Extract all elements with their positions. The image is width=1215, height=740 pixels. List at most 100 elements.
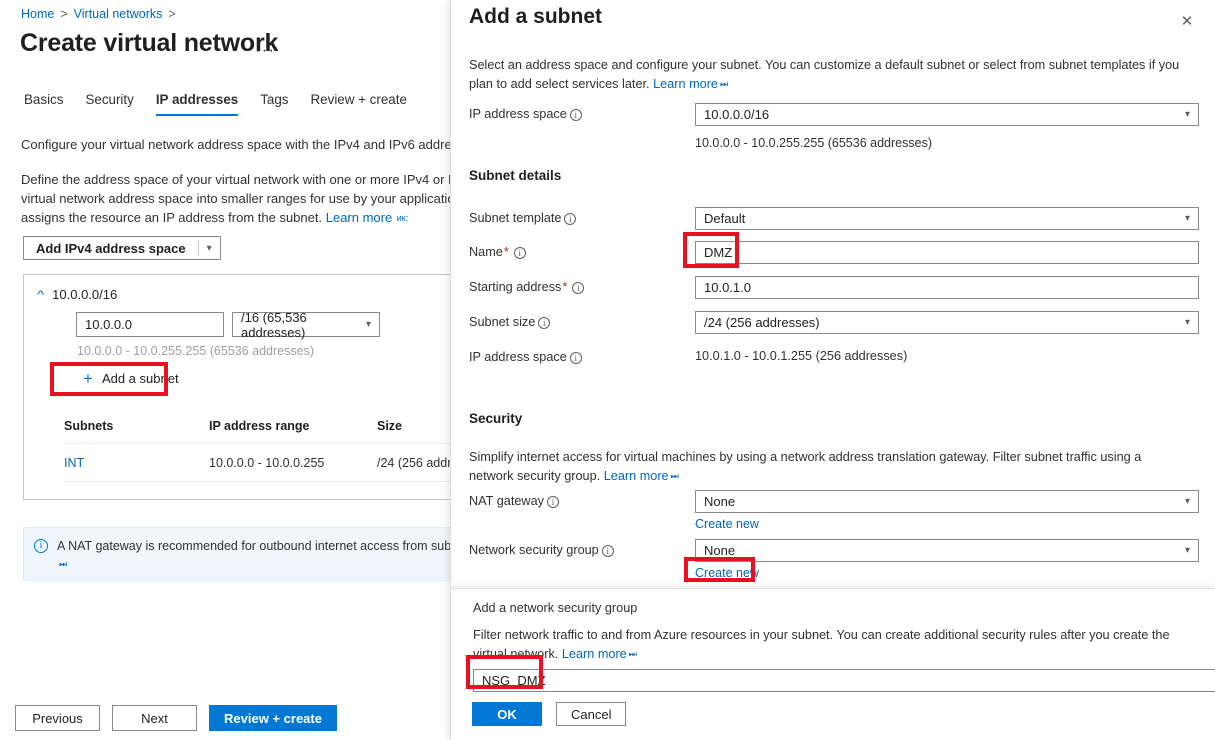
subnet-size-label: Subnet sizei bbox=[469, 311, 695, 329]
subnet-name-label: Name*i bbox=[469, 241, 695, 259]
nat-create-new-link[interactable]: Create new bbox=[695, 517, 759, 531]
nat-gateway-select[interactable]: None ▾ bbox=[695, 490, 1199, 513]
ok-button[interactable]: OK bbox=[472, 702, 542, 726]
add-subnet-panel: Add a subnet ✕ Select an address space a… bbox=[450, 0, 1215, 740]
subnet-name-label-text: Name bbox=[469, 245, 503, 259]
tab-security[interactable]: Security bbox=[74, 88, 144, 116]
external-link-icon: ⏭ bbox=[671, 471, 679, 481]
more-options-icon[interactable]: ··· bbox=[255, 40, 275, 60]
info-icon[interactable]: i bbox=[547, 496, 559, 508]
learn-more-label: Learn more bbox=[604, 469, 669, 483]
subnet-details-heading: Subnet details bbox=[469, 168, 561, 183]
subnet-template-label: Subnet templatei bbox=[469, 207, 695, 225]
address-space-card: ^ 10.0.0.0/16 10.0.0.0 /16 (65,536 addre… bbox=[23, 274, 455, 500]
starting-address-row: Starting address*i 10.0.1.0 bbox=[469, 276, 1199, 299]
panel-description: Select an address space and configure yo… bbox=[469, 56, 1189, 93]
tab-ip-addresses[interactable]: IP addresses bbox=[145, 88, 249, 116]
nat-gateway-control: None ▾ Create new bbox=[695, 490, 1199, 531]
ip-address-space-control: 10.0.0.0/16 ▾ bbox=[695, 103, 1199, 126]
nsg-desc-line2: network. bbox=[510, 647, 558, 661]
address-space-inputs: 10.0.0.0 /16 (65,536 addresses) ▾ bbox=[76, 312, 380, 337]
network-security-group-row: Network security groupi None ▾ Create ne… bbox=[469, 539, 1199, 580]
subnet-size-value: /24 (256 addresses) bbox=[704, 315, 820, 330]
close-icon[interactable]: ✕ bbox=[1176, 10, 1198, 32]
add-ipv4-address-space-button[interactable]: Add IPv4 address space ▾ bbox=[23, 236, 221, 260]
external-link-icon: ⏭ bbox=[629, 649, 637, 659]
nsg-label: Network security groupi bbox=[469, 539, 695, 557]
subnet-template-label-text: Subnet template bbox=[469, 211, 561, 225]
nsg-create-new-link[interactable]: Create new bbox=[695, 566, 759, 580]
nsg-name-input[interactable]: NSG_DMZ bbox=[473, 669, 1215, 692]
add-a-subnet-button[interactable]: + Add a subnet bbox=[77, 365, 185, 392]
learn-more-label: Learn more bbox=[562, 647, 627, 661]
breadcrumb-virtual-networks[interactable]: Virtual networks bbox=[74, 7, 163, 21]
nsg-dialog-buttons: OK Cancel bbox=[472, 702, 626, 726]
subnet-size-select[interactable]: /24 (256 addresses) ▾ bbox=[695, 311, 1199, 334]
cancel-button[interactable]: Cancel bbox=[556, 702, 626, 726]
column-subnets: Subnets bbox=[64, 419, 209, 433]
breadcrumb-home[interactable]: Home bbox=[21, 7, 54, 21]
info-icon[interactable]: i bbox=[602, 545, 614, 557]
external-link-icon: ⏭ bbox=[720, 79, 728, 89]
learn-more-link[interactable]: Learn more⏭ bbox=[604, 469, 679, 483]
nsg-dialog-title: Add a network security group bbox=[473, 601, 637, 615]
nsg-select[interactable]: None ▾ bbox=[695, 539, 1199, 562]
previous-button[interactable]: Previous bbox=[15, 705, 100, 731]
info-icon[interactable]: i bbox=[570, 109, 582, 121]
subnet-template-select[interactable]: Default ▾ bbox=[695, 207, 1199, 230]
info-icon[interactable]: i bbox=[514, 247, 526, 259]
learn-more-label: Learn more bbox=[326, 210, 392, 225]
ip-address-space-note: 10.0.0.0 - 10.0.255.255 (65536 addresses… bbox=[695, 136, 932, 150]
tab-tags[interactable]: Tags bbox=[249, 88, 299, 116]
learn-more-link[interactable]: Learn more⏭ bbox=[562, 647, 637, 661]
nat-gateway-label-text: NAT gateway bbox=[469, 494, 544, 508]
nat-gateway-label: NAT gatewayi bbox=[469, 490, 695, 508]
address-space-desc-line3: assigns the resource an IP address from … bbox=[21, 210, 322, 225]
nat-gateway-info-banner: i A NAT gateway is recommended for outbo… bbox=[23, 527, 455, 581]
nsg-dialog-description: Filter network traffic to and from Azure… bbox=[473, 626, 1173, 663]
chevron-up-icon[interactable]: ^ bbox=[37, 289, 44, 301]
chevron-down-icon[interactable]: ▾ bbox=[199, 237, 220, 259]
info-icon[interactable]: i bbox=[572, 282, 584, 294]
chevron-down-icon: ▾ bbox=[1185, 317, 1190, 328]
address-size-value: /16 (65,536 addresses) bbox=[241, 310, 358, 340]
subnets-table-header: Subnets IP address range Size bbox=[64, 419, 455, 443]
info-icon[interactable]: i bbox=[570, 352, 582, 364]
column-size: Size bbox=[377, 419, 402, 433]
ip-address-space-select[interactable]: 10.0.0.0/16 ▾ bbox=[695, 103, 1199, 126]
learn-more-link[interactable]: Learn more ик; bbox=[326, 210, 408, 225]
subnet-name-link[interactable]: INT bbox=[64, 456, 209, 470]
subnet-ip-space-row: IP address spacei 10.0.1.0 - 10.0.1.255 … bbox=[469, 346, 1199, 364]
external-link-icon[interactable]: ⏭ bbox=[59, 559, 67, 569]
subnet-size-label-text: Subnet size bbox=[469, 315, 535, 329]
tab-basics[interactable]: Basics bbox=[13, 88, 74, 116]
breadcrumb-separator-2: > bbox=[168, 7, 175, 21]
subnet-template-value: Default bbox=[704, 211, 745, 226]
address-prefix-input[interactable]: 10.0.0.0 bbox=[76, 312, 224, 337]
chevron-down-icon: ▾ bbox=[1185, 213, 1190, 224]
review-create-button[interactable]: Review + create bbox=[209, 705, 337, 731]
subnet-template-row: Subnet templatei Default ▾ bbox=[469, 207, 1199, 230]
create-vnet-blade: Home>Virtual networks> Create virtual ne… bbox=[0, 0, 455, 740]
subnet-ip-space-value: 10.0.1.0 - 10.0.1.255 (256 addresses) bbox=[695, 346, 1199, 363]
external-link-icon: ик; bbox=[394, 213, 408, 223]
chevron-down-icon: ▾ bbox=[1185, 545, 1190, 556]
next-button[interactable]: Next bbox=[112, 705, 197, 731]
subnet-size: /24 (256 addr bbox=[377, 456, 451, 470]
starting-address-input[interactable]: 10.0.1.0 bbox=[695, 276, 1199, 299]
table-row[interactable]: INT 10.0.0.0 - 10.0.0.255 /24 (256 addr bbox=[64, 443, 455, 482]
subnet-name-input[interactable]: DMZ bbox=[695, 241, 1199, 264]
info-icon[interactable]: i bbox=[538, 317, 550, 329]
nat-gateway-row: NAT gatewayi None ▾ Create new bbox=[469, 490, 1199, 531]
info-icon[interactable]: i bbox=[564, 213, 576, 225]
learn-more-label: Learn more bbox=[653, 77, 718, 91]
column-ip-range: IP address range bbox=[209, 419, 377, 433]
required-asterisk: * bbox=[562, 280, 567, 294]
address-space-header: ^ 10.0.0.0/16 bbox=[38, 287, 117, 302]
tab-review-create[interactable]: Review + create bbox=[300, 88, 418, 116]
address-space-cidr: 10.0.0.0/16 bbox=[52, 287, 117, 302]
learn-more-link[interactable]: Learn more⏭ bbox=[653, 77, 728, 91]
address-space-desc-line1: Define the address space of your virtual… bbox=[21, 172, 455, 187]
ip-address-space-label: IP address spacei bbox=[469, 103, 695, 121]
address-size-select[interactable]: /16 (65,536 addresses) ▾ bbox=[232, 312, 380, 337]
